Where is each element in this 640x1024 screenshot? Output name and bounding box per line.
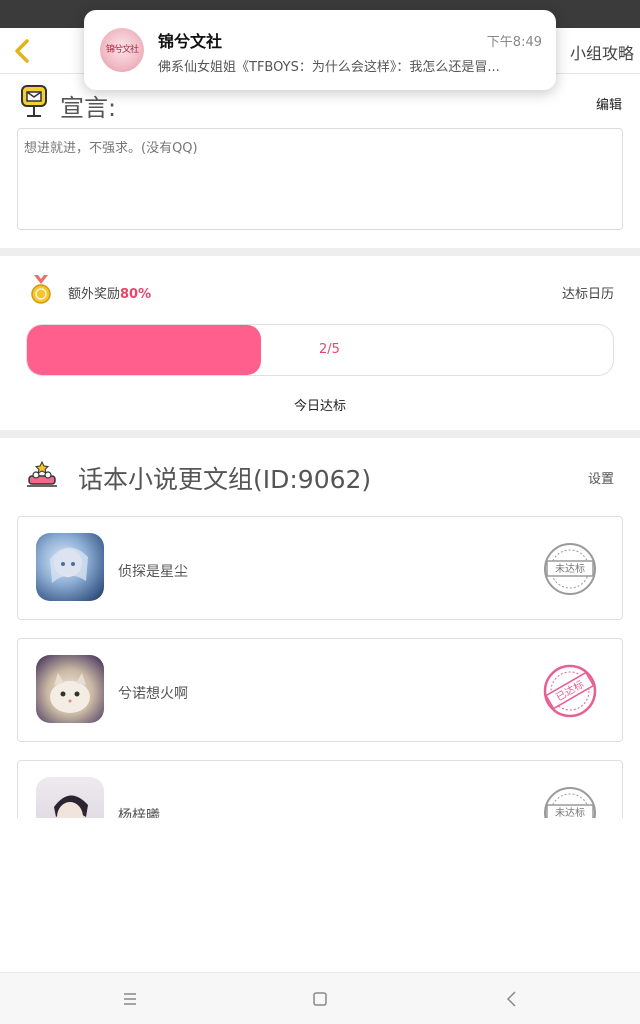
notification-title: 锦兮文社 xyxy=(158,32,223,51)
section-divider xyxy=(0,430,640,438)
system-nav-bar xyxy=(0,972,640,1024)
calendar-link[interactable]: 达标日历 xyxy=(562,283,614,302)
declaration-section: 宣言: 编辑 想进就进，不强求。(没有QQ) xyxy=(0,74,640,248)
group-section: 话本小说更文组(ID:9062) 设置 侦探是星尘 未达标 兮诺想火啊 已达标 … xyxy=(0,438,640,818)
stamp-label: 未达标 xyxy=(555,807,585,818)
stamp-not-achieved-icon: 未达标 xyxy=(542,541,598,597)
progress-text: 2/5 xyxy=(319,342,340,357)
member-name: 侦探是星尘 xyxy=(118,564,188,580)
group-title: 话本小说更文组(ID:9062) xyxy=(78,465,372,494)
declaration-text: 想进就进，不强求。(没有QQ) xyxy=(24,141,198,156)
settings-button[interactable]: 设置 xyxy=(588,468,614,487)
reward-section: 额外奖励80% 达标日历 2/5 今日达标 xyxy=(0,256,640,430)
extra-reward-label: 额外奖励80% xyxy=(68,283,151,302)
chevron-left-icon xyxy=(15,39,29,63)
progress-fill xyxy=(27,325,262,375)
nav-menu-button[interactable] xyxy=(118,987,142,1011)
extra-reward-text: 额外奖励 xyxy=(68,287,121,302)
progress-bar: 2/5 xyxy=(26,324,614,376)
edit-button[interactable]: 编辑 xyxy=(596,94,622,113)
mailbox-icon xyxy=(20,84,48,120)
home-square-icon xyxy=(313,992,327,1006)
member-card[interactable]: 侦探是星尘 未达标 xyxy=(17,516,623,620)
declaration-box[interactable]: 想进就进，不强求。(没有QQ) xyxy=(17,128,623,230)
nav-back-button[interactable] xyxy=(500,987,524,1011)
notification-time: 下午8:49 xyxy=(486,35,542,50)
notification-avatar-mark: 锦兮文社 xyxy=(105,45,139,55)
member-name: 杨梓曦 xyxy=(118,808,160,818)
notification-banner[interactable]: 锦兮文社 锦兮文社 下午8:49 佛系仙女姐姐《TFBOYS：为什么会这样》：我… xyxy=(84,10,556,90)
notification-body: 佛系仙女姐姐《TFBOYS：为什么会这样》：我怎么还是冒... xyxy=(158,60,500,75)
today-achieved-label: 今日达标 xyxy=(293,399,346,414)
avatar xyxy=(36,533,104,601)
member-card[interactable]: 兮诺想火啊 已达标 xyxy=(17,638,623,742)
group-icon xyxy=(26,460,58,488)
menu-icon xyxy=(124,993,136,1005)
avatar xyxy=(36,655,104,723)
group-guide-link[interactable]: 小组攻略 xyxy=(570,40,634,64)
section-divider xyxy=(0,248,640,256)
stamp-not-achieved-icon: 未达标 xyxy=(542,785,598,818)
stamp-achieved-icon: 已达标 xyxy=(542,663,598,719)
member-card[interactable]: 杨梓曦 未达标 xyxy=(17,760,623,818)
back-arrow-icon xyxy=(506,991,516,1007)
notification-avatar: 锦兮文社 xyxy=(100,28,144,72)
stamp-label: 未达标 xyxy=(555,563,585,575)
extra-reward-percent: 80% xyxy=(120,287,152,302)
member-name: 兮诺想火啊 xyxy=(118,686,188,702)
medal-icon xyxy=(30,274,52,306)
avatar xyxy=(36,777,104,818)
back-button[interactable] xyxy=(6,34,40,68)
nav-home-button[interactable] xyxy=(308,987,332,1011)
declaration-title: 宣言: xyxy=(60,94,117,122)
